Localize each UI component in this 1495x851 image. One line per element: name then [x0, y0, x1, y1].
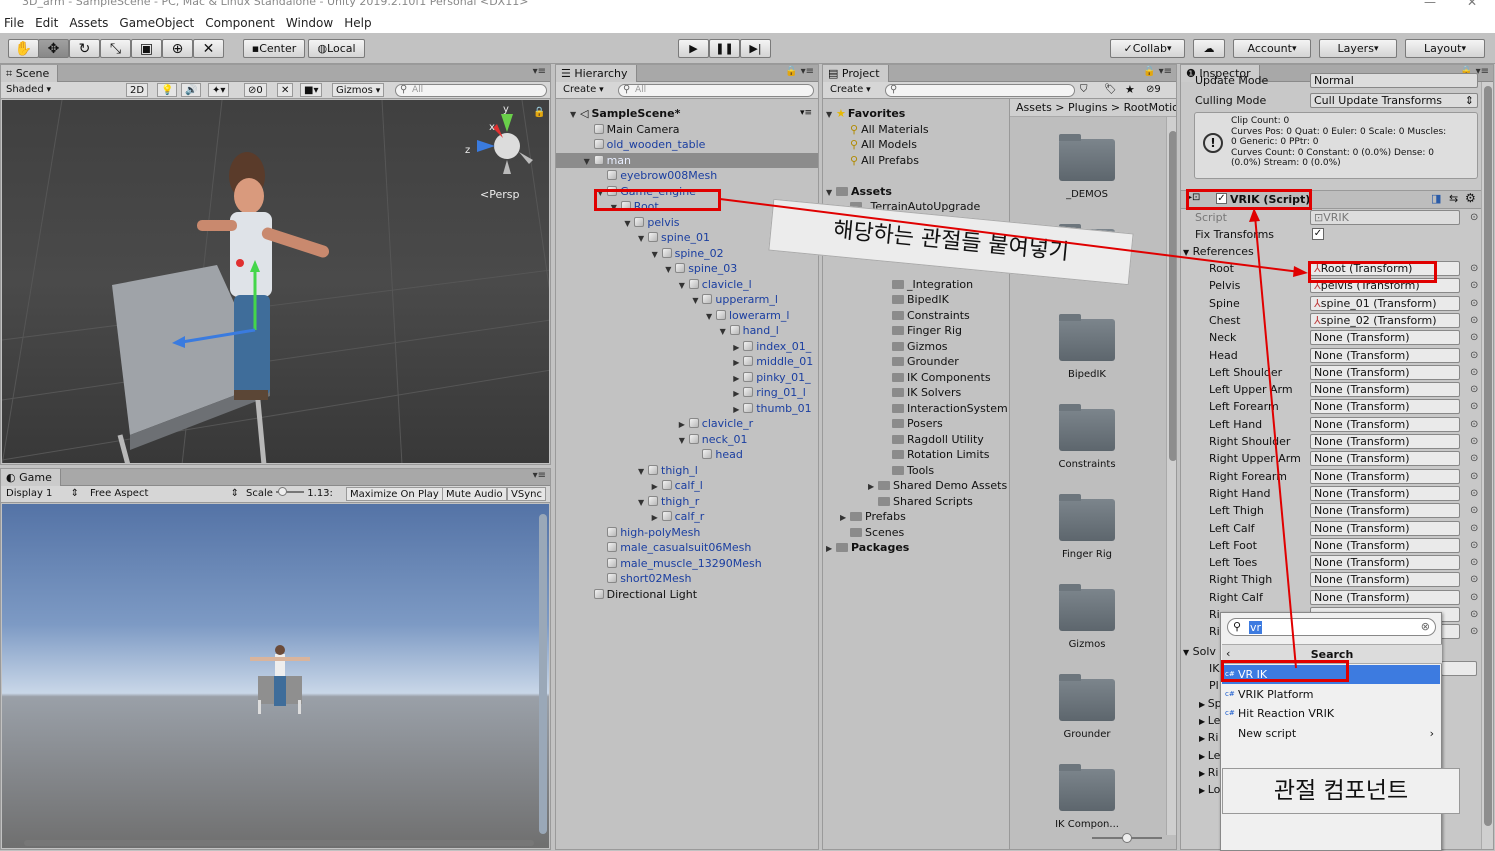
annotation-arrows	[719, 198, 1308, 669]
highlight-root-field	[1308, 261, 1437, 283]
annotation-arrow-component	[1254, 215, 1297, 669]
highlight-vrik-header	[1186, 189, 1312, 210]
highlight-root-hierarchy	[594, 189, 721, 211]
highlight-vr-ik-item	[1221, 660, 1349, 682]
annotation-arrowhead	[1293, 266, 1308, 277]
annotation-arrowhead	[1249, 208, 1260, 222]
